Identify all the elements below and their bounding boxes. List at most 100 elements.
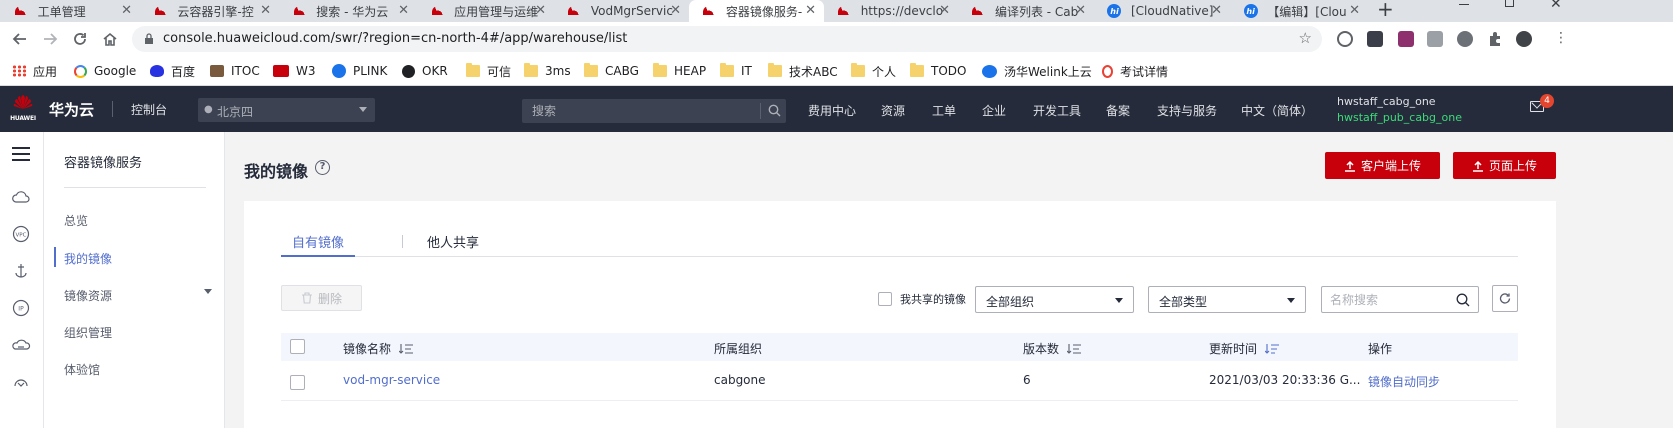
sort-icon[interactable]: [1067, 343, 1082, 354]
bookmark-google[interactable]: Google: [74, 62, 136, 80]
nav-enterprise[interactable]: 企业: [982, 102, 1006, 119]
close-icon[interactable]: ✕: [670, 3, 681, 18]
browser-tab-active[interactable]: 容器镜像服务- ✕: [689, 0, 824, 22]
bookmark-itoc[interactable]: ITOC: [210, 62, 260, 80]
region-select[interactable]: ● 北京四: [198, 98, 375, 122]
global-search[interactable]: [522, 99, 786, 123]
bookmark-apps[interactable]: 应用: [12, 62, 57, 80]
bookmark-welink[interactable]: 汤华Welink上云: [982, 62, 1092, 80]
browser-tab[interactable]: hi [CloudNative] ✕: [1094, 0, 1230, 22]
image-name-link[interactable]: vod-mgr-service: [343, 373, 440, 387]
bookmark-folder[interactable]: 3ms: [524, 62, 571, 80]
new-tab-button[interactable]: +: [1377, 0, 1394, 21]
menu-dots-icon[interactable]: ⋮: [1554, 30, 1568, 46]
client-upload-button[interactable]: 客户端上传: [1325, 152, 1440, 179]
global-search-input[interactable]: [522, 99, 760, 123]
back-icon[interactable]: [8, 28, 32, 50]
bookmark-folder[interactable]: HEAP: [653, 62, 706, 80]
close-icon[interactable]: ✕: [121, 3, 132, 18]
delete-button[interactable]: 删除: [281, 285, 362, 311]
close-icon[interactable]: ✕: [535, 3, 546, 18]
pdf-extension-icon[interactable]: [1427, 31, 1443, 47]
account-sub-name[interactable]: hwstaff_pub_cabg_one: [1337, 111, 1462, 124]
nav-icp[interactable]: 备案: [1106, 102, 1130, 119]
sidebar-item-my-images[interactable]: 我的镜像: [64, 250, 112, 267]
name-search-input[interactable]: [1322, 287, 1452, 312]
url-text[interactable]: console.huaweicloud.com/swr/?region=cn-n…: [163, 31, 627, 46]
nav-dev-tools[interactable]: 开发工具: [1033, 102, 1081, 119]
minimize-icon[interactable]: [1459, 4, 1469, 5]
browser-tab[interactable]: https://devclo ✕: [824, 0, 958, 22]
browser-tab[interactable]: 工单管理 ✕: [0, 0, 140, 22]
column-header-updated[interactable]: 更新时间: [1209, 340, 1280, 357]
browser-tab[interactable]: VodMgrServic ✕: [554, 0, 689, 22]
bookmark-okr[interactable]: OKR: [402, 62, 448, 80]
search-icon[interactable]: [1456, 293, 1470, 307]
sidebar-item-org-management[interactable]: 组织管理: [64, 324, 112, 341]
close-icon[interactable]: ✕: [260, 3, 271, 18]
storage-cloud-icon[interactable]: [11, 335, 31, 355]
extension-icon[interactable]: [1337, 31, 1353, 47]
nav-billing[interactable]: 费用中心: [808, 102, 856, 119]
close-window-icon[interactable]: ✕: [1550, 0, 1562, 12]
cloud-icon[interactable]: [11, 187, 31, 207]
anchor-icon[interactable]: [11, 261, 31, 281]
menu-icon[interactable]: [12, 147, 30, 161]
sidebar-item-image-resources[interactable]: 镜像资源: [64, 287, 112, 304]
refresh-button[interactable]: [1492, 285, 1518, 312]
sidebar-item-overview[interactable]: 总览: [64, 212, 88, 229]
sort-icon[interactable]: [399, 343, 414, 354]
bookmark-folder[interactable]: 可信: [466, 62, 511, 80]
bookmark-folder[interactable]: IT: [720, 62, 752, 80]
auto-sync-link[interactable]: 镜像自动同步: [1368, 373, 1440, 390]
forward-icon[interactable]: [38, 28, 62, 50]
extension-icon[interactable]: [1457, 31, 1473, 47]
name-search[interactable]: [1321, 286, 1479, 313]
nav-language[interactable]: 中文（简体）: [1241, 102, 1313, 119]
address-bar[interactable]: console.huaweicloud.com/swr/?region=cn-n…: [132, 26, 1322, 52]
sort-desc-icon[interactable]: [1265, 343, 1280, 354]
rp-extension-icon[interactable]: [1398, 31, 1414, 47]
bookmark-star-icon[interactable]: ☆: [1299, 29, 1312, 47]
close-icon[interactable]: ✕: [805, 3, 816, 18]
bookmark-folder[interactable]: 技术ABC: [768, 62, 838, 80]
restore-icon[interactable]: [1505, 0, 1514, 7]
close-icon[interactable]: ✕: [1211, 3, 1222, 18]
home-icon[interactable]: [98, 28, 122, 50]
bookmark-w3[interactable]: W3: [273, 62, 316, 80]
bookmark-folder[interactable]: 个人: [851, 62, 896, 80]
tab-shared-images[interactable]: 他人共享: [416, 232, 490, 256]
tab-own-images[interactable]: 自有镜像: [281, 232, 356, 257]
close-icon[interactable]: ✕: [1349, 3, 1360, 18]
browser-tab[interactable]: 搜索 - 华为云 ✕: [279, 0, 417, 22]
select-all-checkbox[interactable]: [290, 339, 305, 354]
bookmark-exam[interactable]: 考试详情: [1102, 62, 1168, 80]
bookmark-baidu[interactable]: 百度: [150, 62, 195, 80]
shared-images-checkbox[interactable]: [878, 292, 892, 306]
reload-icon[interactable]: [68, 28, 92, 50]
sidebar-item-experience-hall[interactable]: 体验馆: [64, 361, 100, 378]
new-extension-icon[interactable]: [1367, 31, 1383, 47]
help-icon[interactable]: ?: [315, 160, 330, 175]
close-icon[interactable]: ✕: [1075, 3, 1086, 18]
bookmark-folder[interactable]: TODO: [910, 62, 966, 80]
type-select[interactable]: 全部类型: [1148, 286, 1306, 313]
close-icon[interactable]: ✕: [939, 3, 950, 18]
avatar[interactable]: [1516, 31, 1532, 47]
column-header-name[interactable]: 镜像名称: [343, 340, 414, 357]
console-link[interactable]: 控制台: [131, 101, 167, 118]
column-header-versions[interactable]: 版本数: [1023, 340, 1082, 357]
page-upload-button[interactable]: 页面上传: [1453, 152, 1556, 179]
vpc-icon[interactable]: VPC: [11, 224, 31, 244]
browser-tab[interactable]: hi 【编辑】[Clou ✕: [1230, 0, 1368, 22]
org-select[interactable]: 全部组织: [975, 286, 1134, 313]
browser-tab[interactable]: 编译列表 - Cab ✕: [958, 0, 1094, 22]
search-icon[interactable]: [768, 104, 781, 117]
brand-name[interactable]: 华为云: [49, 99, 94, 120]
nav-resources[interactable]: 资源: [881, 102, 905, 119]
network-icon[interactable]: [11, 372, 31, 392]
bookmark-folder[interactable]: CABG: [584, 62, 639, 80]
row-checkbox[interactable]: [290, 375, 305, 390]
eip-icon[interactable]: IP: [11, 298, 31, 318]
bookmark-plink[interactable]: PLINK: [332, 62, 387, 80]
